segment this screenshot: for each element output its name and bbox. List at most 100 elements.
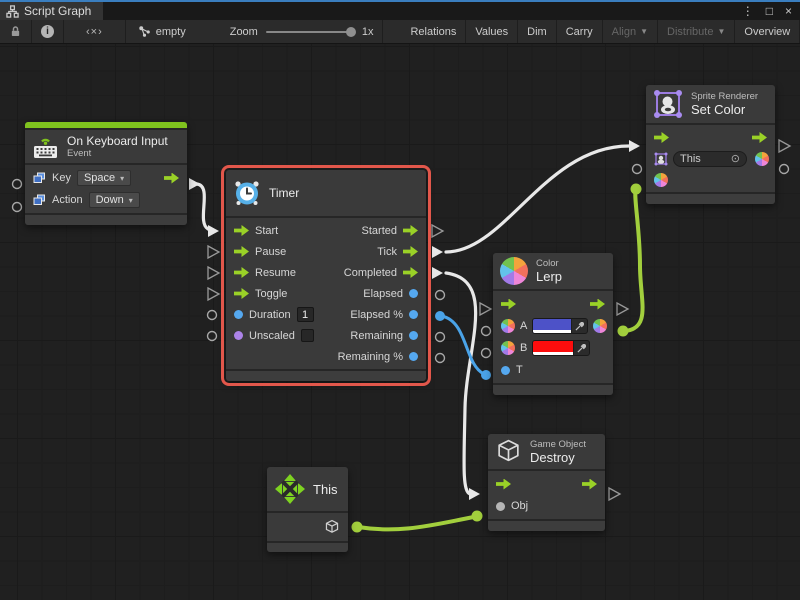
- timer-start-arrow[interactable]: [234, 225, 249, 236]
- timer-remaining-pct-dot[interactable]: [409, 352, 418, 361]
- setcolor-flow-in-port[interactable]: [629, 140, 640, 152]
- timer-remaining-dot[interactable]: [409, 331, 418, 340]
- timer-toggle-port[interactable]: [208, 288, 219, 300]
- maximize-icon[interactable]: □: [766, 4, 773, 18]
- timer-unscaled-dot[interactable]: [234, 331, 243, 340]
- wire-elapsedpct-to-lerp-t[interactable]: [442, 316, 484, 374]
- tab-script-graph[interactable]: Script Graph: [0, 2, 103, 20]
- node-on-keyboard-input[interactable]: On Keyboard Input Event Key Space: [25, 122, 187, 225]
- this-value-port[interactable]: [352, 522, 363, 533]
- timer-elapsed-pct-dot[interactable]: [409, 310, 418, 319]
- lerp-flow-out-arrow[interactable]: [590, 299, 605, 310]
- lerp-a-port[interactable]: [482, 327, 491, 336]
- timer-duration-dot[interactable]: [234, 310, 243, 319]
- color-port-icon[interactable]: [501, 341, 515, 355]
- timer-completed-arrow[interactable]: [403, 267, 418, 278]
- timer-unscaled-port[interactable]: [208, 332, 217, 341]
- eyedropper-icon[interactable]: [571, 319, 587, 333]
- lerp-result-port[interactable]: [618, 326, 629, 337]
- timer-completed-port[interactable]: [432, 267, 443, 279]
- zoom-slider-handle[interactable]: [346, 27, 356, 37]
- values-button[interactable]: Values: [466, 20, 518, 43]
- game-object-port-icon[interactable]: [324, 519, 340, 535]
- lock-button[interactable]: [0, 20, 32, 43]
- setcolor-target-port[interactable]: [633, 165, 642, 174]
- graph-canvas[interactable]: On Keyboard Input Event Key Space: [0, 44, 800, 600]
- unscaled-checkbox[interactable]: [301, 329, 314, 342]
- setcolor-result-port[interactable]: [780, 165, 789, 174]
- lerp-flow-in-port[interactable]: [480, 303, 491, 315]
- timer-remaining-pct-port[interactable]: [436, 354, 445, 363]
- destroy-flow-out-arrow[interactable]: [582, 479, 597, 490]
- timer-pause-arrow[interactable]: [234, 246, 249, 257]
- timer-started-arrow[interactable]: [403, 225, 418, 236]
- sprite-renderer-port-icon[interactable]: [654, 152, 668, 166]
- distribute-button[interactable]: Distribute▼: [658, 20, 735, 43]
- destroy-flow-out-port[interactable]: [609, 488, 620, 500]
- relations-button[interactable]: Relations: [401, 20, 466, 43]
- overview-button[interactable]: Overview: [735, 20, 800, 43]
- timer-tick-arrow[interactable]: [403, 246, 418, 257]
- wire-this-to-destroy-obj[interactable]: [358, 517, 474, 529]
- node-this[interactable]: This: [267, 467, 348, 552]
- lerp-b-port[interactable]: [482, 349, 491, 358]
- destroy-obj-port[interactable]: [472, 511, 483, 522]
- keyboard-action-value-port[interactable]: [13, 203, 22, 212]
- lerp-flow-in-arrow[interactable]: [501, 299, 516, 310]
- setcolor-flow-out-port[interactable]: [779, 140, 790, 152]
- color-field-a[interactable]: [532, 318, 588, 334]
- variables-toggle-button[interactable]: ‹×›: [64, 20, 126, 43]
- color-field-b[interactable]: [532, 340, 590, 356]
- wire-completed-to-destroy[interactable]: [446, 273, 476, 494]
- timer-pause-port[interactable]: [208, 246, 219, 258]
- keyboard-trigger-arrow[interactable]: [164, 173, 179, 184]
- node-destroy[interactable]: Game Object Destroy Obj: [488, 434, 605, 531]
- timer-started-port[interactable]: [432, 225, 443, 237]
- lerp-t-dot[interactable]: [501, 366, 510, 375]
- timer-duration-port[interactable]: [208, 311, 217, 320]
- lerp-t-port[interactable]: [481, 370, 491, 380]
- graph-inspector-button[interactable]: i: [32, 20, 64, 43]
- carry-button[interactable]: Carry: [557, 20, 603, 43]
- timer-start-port[interactable]: [208, 225, 219, 237]
- object-picker-icon[interactable]: [731, 152, 740, 165]
- wire-keyboard-to-timer-start[interactable]: [197, 184, 208, 229]
- wire-tick-to-setcolor[interactable]: [446, 146, 629, 252]
- action-dropdown[interactable]: Down: [89, 192, 140, 208]
- keyboard-key-value-port[interactable]: [13, 180, 22, 189]
- lerp-result-icon[interactable]: [593, 319, 607, 333]
- color-swatch-a[interactable]: [533, 319, 571, 333]
- duration-field[interactable]: 1: [297, 307, 314, 322]
- menu-icon[interactable]: ⋮: [742, 4, 754, 18]
- node-color-lerp[interactable]: Color Lerp A: [493, 253, 613, 395]
- node-set-color[interactable]: Sprite Renderer Set Color: [646, 85, 775, 204]
- target-object-field[interactable]: This: [673, 151, 747, 167]
- eyedropper-icon[interactable]: [573, 341, 589, 355]
- graph-reference[interactable]: empty: [126, 20, 195, 43]
- setcolor-flow-out-arrow[interactable]: [752, 132, 767, 143]
- close-icon[interactable]: ×: [785, 4, 792, 18]
- align-button[interactable]: Align▼: [603, 20, 658, 43]
- zoom-slider[interactable]: [266, 31, 354, 33]
- color-swatch-b[interactable]: [533, 341, 573, 355]
- destroy-flow-in-arrow[interactable]: [496, 479, 511, 490]
- keyboard-trigger-out-port[interactable]: [189, 178, 200, 190]
- timer-tick-port[interactable]: [432, 246, 443, 258]
- setcolor-color-port[interactable]: [631, 184, 642, 195]
- timer-elapsed-dot[interactable]: [409, 289, 418, 298]
- timer-remaining-port[interactable]: [436, 333, 445, 342]
- setcolor-flow-in-arrow[interactable]: [654, 132, 669, 143]
- timer-elapsed-pct-port[interactable]: [435, 311, 445, 321]
- setcolor-color-port-icon[interactable]: [654, 173, 668, 187]
- key-dropdown[interactable]: Space: [77, 170, 131, 186]
- timer-toggle-arrow[interactable]: [234, 288, 249, 299]
- destroy-obj-dot[interactable]: [496, 502, 505, 511]
- node-timer[interactable]: Timer Start Pause Resume Toggle Duration…: [226, 170, 426, 381]
- timer-resume-port[interactable]: [208, 267, 219, 279]
- timer-resume-arrow[interactable]: [234, 267, 249, 278]
- timer-elapsed-port[interactable]: [436, 291, 445, 300]
- setcolor-result-icon[interactable]: [755, 152, 769, 166]
- dim-button[interactable]: Dim: [518, 20, 557, 43]
- lerp-flow-out-port[interactable]: [617, 303, 628, 315]
- destroy-flow-in-port[interactable]: [469, 488, 480, 500]
